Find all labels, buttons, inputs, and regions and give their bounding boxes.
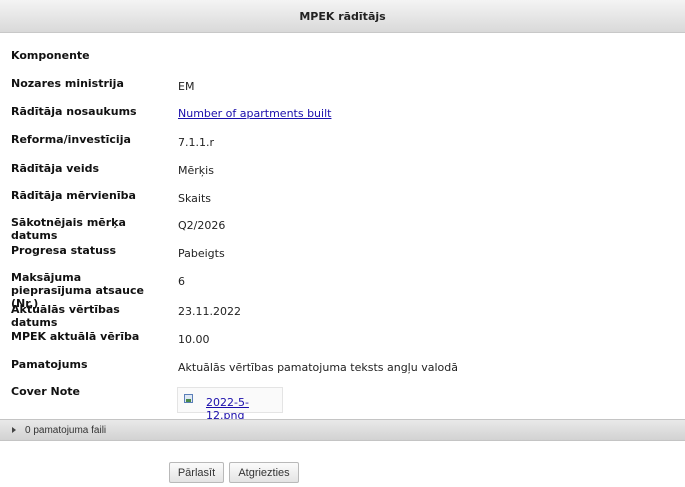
- label-raditaja-mervieniba: Rādītāja mērvienība: [11, 189, 136, 202]
- value-aktualas-vertibas-datums: 23.11.2022: [178, 305, 241, 318]
- label-raditaja-veids: Rādītāja veids: [11, 162, 100, 175]
- label-pamatojums: Pamatojums: [11, 358, 88, 371]
- cover-note-file: 2022-5-12.png: [177, 387, 283, 422]
- label-cover-note: Cover Note: [11, 385, 80, 398]
- value-mpek-aktuala-veriba: 10.00: [178, 333, 210, 346]
- image-file-icon: [184, 394, 193, 403]
- page-header: MPEK rādītājs: [0, 0, 685, 33]
- label-progresa-statuss: Progresa statuss: [11, 244, 117, 257]
- label-aktualas-vertibas-datums: Aktuālās vērtības datums: [11, 303, 120, 329]
- value-raditaja-nosaukums: Number of apartments built: [178, 107, 331, 120]
- indicator-name-link[interactable]: Number of apartments built: [178, 107, 331, 120]
- reload-button[interactable]: Pārlasīt: [169, 462, 224, 483]
- value-sakotnejais-merka-datums: Q2/2026: [178, 219, 226, 232]
- attachments-label: 0 pamatojuma faili: [25, 424, 107, 436]
- label-sakotnejais-merka-datums: Sākotnējais mērķa datums: [11, 216, 126, 242]
- value-reforma-investicija: 7.1.1.r: [178, 136, 215, 149]
- caret-right-icon: [12, 427, 16, 433]
- value-maksajuma-pieprasijuma-atsauce: 6: [178, 275, 185, 288]
- value-nozares-ministrija: EM: [178, 80, 195, 93]
- value-raditaja-veids: Mērķis: [178, 164, 214, 177]
- value-pamatojums: Aktuālās vērtības pamatojuma teksts angļ…: [178, 361, 458, 374]
- value-progresa-statuss: Pabeigts: [178, 247, 225, 260]
- attachments-toggle[interactable]: 0 pamatojuma faili: [0, 419, 685, 441]
- label-raditaja-nosaukums: Rādītāja nosaukums: [11, 105, 137, 118]
- label-mpek-aktuala-veriba: MPEK aktuālā vērība: [11, 330, 140, 343]
- label-komponente: Komponente: [11, 49, 90, 62]
- label-reforma-investicija: Reforma/investīcija: [11, 133, 131, 146]
- value-raditaja-mervieniba: Skaits: [178, 192, 211, 205]
- label-nozares-ministrija: Nozares ministrija: [11, 77, 124, 90]
- page-title: MPEK rādītājs: [299, 9, 386, 23]
- back-button[interactable]: Atgriezties: [229, 462, 299, 483]
